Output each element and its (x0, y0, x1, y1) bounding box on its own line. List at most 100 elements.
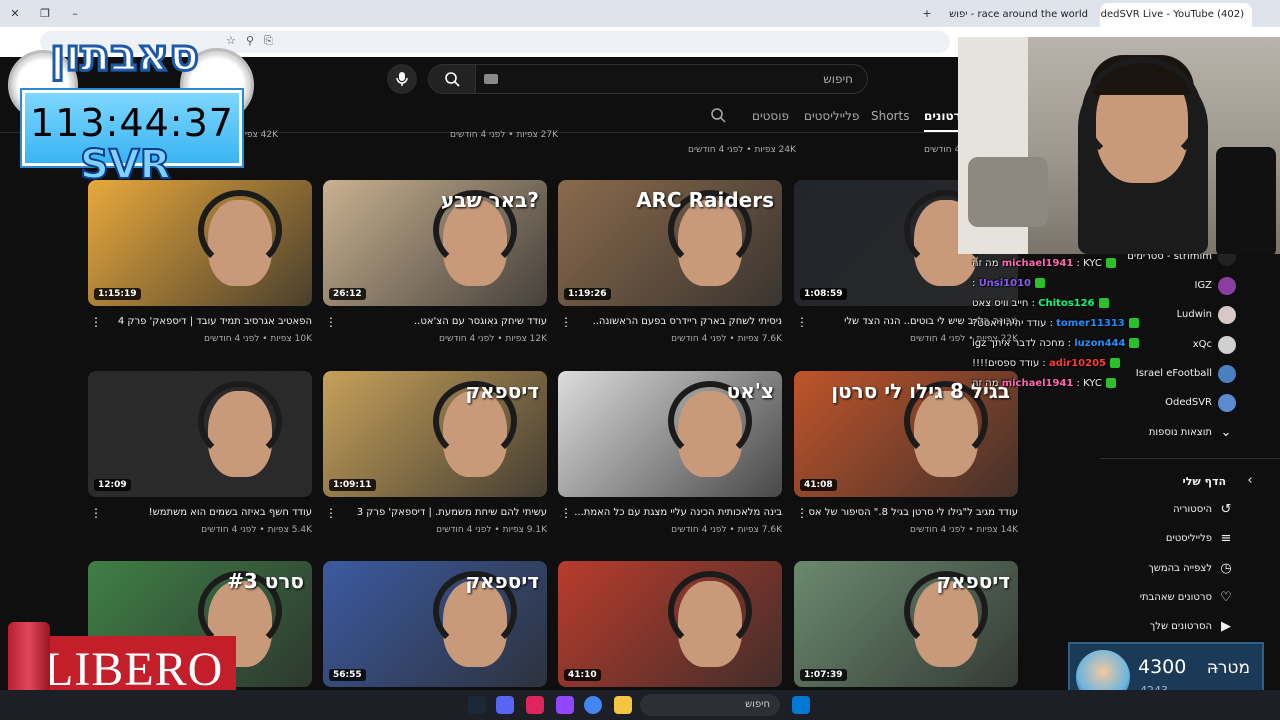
restore-window-icon[interactable]: ❐ (36, 5, 54, 23)
sponsor-text: LIBERO (44, 643, 224, 696)
chat-message: adir10205 : עודד ספסים!!!! (972, 358, 1152, 376)
search-button[interactable] (428, 64, 476, 94)
channel-avatar (1218, 336, 1236, 354)
video-thumbnail[interactable]: 12:09 (88, 371, 312, 497)
tab-posts[interactable]: פוסטים (752, 109, 789, 123)
video-thumbnail[interactable]: ARC Raiders 1:19:26 (558, 180, 782, 306)
screen: ✕ ❐ – + race around the world - יפוש ב (… (0, 0, 1280, 720)
video-card[interactable]: 12:09 ⋮ עודד חשף באיזה בשמים הוא משתמש! 5.4… (88, 371, 312, 541)
thumbnail-text: דיספאק (936, 569, 1010, 593)
sidebar-item-your-videos[interactable]: הסרטונים שלך ▶ (1100, 616, 1260, 640)
duration-badge: 1:08:59 (800, 288, 847, 300)
you-section-header[interactable]: הדף שלי › (1100, 470, 1260, 494)
video-card[interactable]: ARC Raiders 1:19:26 ⋮ ניסיתי לשחק בארק רייד… (558, 180, 782, 350)
more-actions-icon[interactable]: ⋮ (796, 316, 808, 328)
new-tab-icon[interactable]: + (918, 5, 936, 23)
thumbnail-text: צ'אט (726, 379, 774, 403)
sidebar-item-history[interactable]: היסטוריה ↺ (1100, 499, 1260, 523)
video-thumbnail[interactable]: דיספאק 56:55 (323, 561, 547, 687)
more-actions-icon[interactable]: ⋮ (90, 507, 102, 519)
taskbar-search-placeholder: חיפוש (745, 699, 770, 710)
steam-icon[interactable] (468, 696, 486, 714)
cast-icon[interactable]: ⎘ (264, 34, 273, 48)
more-actions-icon[interactable]: ⋮ (796, 507, 808, 519)
video-thumbnail[interactable]: דיספאק 1:09:11 (323, 371, 547, 497)
goal-label: מטרה (1206, 658, 1250, 678)
more-actions-icon[interactable]: ⋮ (325, 507, 337, 519)
video-meta: 27K צפיות • לפני 4 חודשים (450, 130, 559, 140)
video-title[interactable]: בינה מלאכותית הכינה עליי מצגת עם כל האמת… (572, 507, 782, 518)
taskbar-search[interactable]: חיפוש (640, 694, 780, 716)
browser-tab[interactable]: race around the world - יפוש ב (946, 3, 1096, 27)
sidebar-item-liked[interactable]: סרטונים שאהבתי ♡ (1100, 587, 1260, 611)
video-title[interactable]: עודד שיחק גאוגסר עם הצ'אט.. (337, 316, 547, 327)
twitch-icon[interactable] (556, 696, 574, 714)
video-card[interactable]: צ'אט ⋮ בינה מלאכותית הכינה עליי מצגת עם כל… (558, 371, 782, 541)
video-thumbnail[interactable]: 41:10 (558, 561, 782, 687)
search-icon[interactable]: ⚲ (246, 34, 254, 47)
video-title[interactable]: עודד מגיב ל"גילו לי סרטן בגיל 8." הסיפור… (808, 507, 1018, 518)
sidebar-item-playlists[interactable]: פלייליסטים ≡ (1100, 528, 1260, 552)
more-actions-icon[interactable]: ⋮ (90, 316, 102, 328)
video-thumbnail[interactable]: באר שבע? 26:12 (323, 180, 547, 306)
tab-title: race around the world - יפוש ב (946, 9, 1088, 20)
goal-target: 4300 (1138, 656, 1187, 678)
video-thumbnail[interactable]: 1:15:19 (88, 180, 312, 306)
video-title[interactable]: עשיתי להם שיחת משמעת. | דיספאק' פרק 3 (337, 507, 547, 518)
video-card[interactable]: באר שבע? 26:12 ⋮ עודד שיחק גאוגסר עם הצ'אט.… (323, 180, 547, 350)
bookmark-icon[interactable]: ☆ (226, 34, 236, 47)
microphone-arm (1216, 147, 1276, 254)
file-explorer-icon[interactable] (614, 696, 632, 714)
duration-badge: 1:19:26 (564, 288, 611, 300)
tab-shorts[interactable]: Shorts (871, 109, 909, 123)
video-thumbnail[interactable]: צ'אט (558, 371, 782, 497)
search-input[interactable]: חיפוש (476, 64, 868, 94)
chat-user: tomer11313 (1056, 318, 1125, 329)
show-more-button[interactable]: תוצאות נוספות ⌄ (1100, 422, 1260, 446)
chat-user: adir10205 (1048, 358, 1107, 369)
like-icon: ♡ (1220, 590, 1232, 605)
close-window-icon[interactable]: ✕ (6, 5, 24, 23)
browser-tabbar: ✕ ❐ – + race around the world - יפוש ב (… (0, 0, 1280, 27)
duration-badge: 1:07:39 (800, 669, 847, 681)
thumbnail-text: ARC Raiders (636, 188, 774, 212)
more-actions-icon[interactable]: ⋮ (560, 316, 572, 328)
video-meta: 5.4K צפיות • לפני 4 חודשים (201, 525, 312, 535)
divider (1100, 458, 1280, 459)
chevron-right-icon: › (1247, 473, 1253, 488)
chat-message: luzon444 : מחכה לדבר איתך igz (972, 338, 1152, 356)
chrome-icon[interactable] (584, 696, 602, 714)
windows-start-icon[interactable] (792, 696, 810, 714)
thumbnail-text: דיספאק (465, 379, 539, 403)
chat-overlay: michael1941 : KYC מה זה Unsi1010 : Chito… (972, 238, 1152, 398)
video-title[interactable]: ניסיתי לשחק בארק ריידרס בפעם הראשונה.. (572, 316, 782, 327)
chat-user: Unsi1010 (978, 278, 1032, 289)
video-title[interactable]: הפאטיב אגרסיב תמיד עובד | דיספאק' פרק 4 (102, 316, 312, 327)
duration-badge: 26:12 (329, 288, 366, 300)
app-icon[interactable] (526, 696, 544, 714)
discord-icon[interactable] (496, 696, 514, 714)
channel-search-icon[interactable] (710, 107, 726, 126)
more-actions-icon[interactable]: ⋮ (560, 507, 572, 519)
keyboard-icon[interactable] (484, 74, 498, 84)
voice-search-button[interactable] (387, 64, 417, 94)
sidebar-item-watch-later[interactable]: לצפייה בהמשך ◷ (1100, 558, 1260, 582)
tab-playlists[interactable]: פלייליסטים (804, 109, 859, 123)
video-meta: 10K צפיות • לפני 4 חודשים (203, 334, 312, 344)
video-card[interactable]: דיספאק 1:09:11 ⋮ עשיתי להם שיחת משמעת. | די… (323, 371, 547, 541)
sidebar-item-label: פלייליסטים (1165, 533, 1212, 544)
headphones-graphic (668, 571, 752, 651)
search-placeholder: חיפוש (823, 72, 853, 86)
channel-avatar (1218, 365, 1236, 383)
duration-badge: 12:09 (94, 479, 131, 491)
show-more-label: תוצאות נוספות (1148, 427, 1212, 438)
video-title[interactable]: עודד חשף באיזה בשמים הוא משתמש! (102, 507, 312, 518)
sidebar-item-label: xQc (1192, 339, 1212, 350)
minimize-window-icon[interactable]: – (66, 5, 84, 23)
thumbnail-text: באר שבע? (440, 188, 539, 212)
tab-title: (402) OdedSVR Live - YouTube (1100, 9, 1244, 20)
video-card[interactable]: 1:15:19 ⋮ הפאטיב אגרסיב תמיד עובד | דיספאק… (88, 180, 312, 350)
more-actions-icon[interactable]: ⋮ (325, 316, 337, 328)
browser-tab-active[interactable]: (402) OdedSVR Live - YouTube (1100, 3, 1252, 27)
video-thumbnail[interactable]: דיספאק 1:07:39 (794, 561, 1018, 687)
